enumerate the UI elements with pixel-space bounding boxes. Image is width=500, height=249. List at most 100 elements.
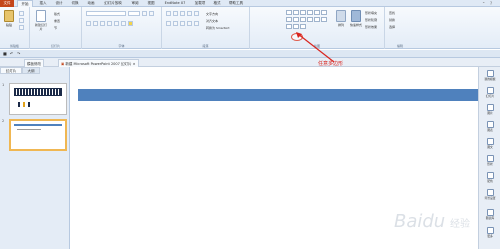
chart-icon bbox=[486, 121, 494, 128]
replace-button[interactable]: 替换 bbox=[389, 18, 395, 22]
tab-drawing-tools[interactable]: 帮助工具 bbox=[226, 0, 246, 7]
shape-elbow-icon[interactable] bbox=[314, 10, 320, 15]
find-button[interactable]: 查找 bbox=[389, 11, 395, 15]
task-chart-library[interactable]: 图表库 bbox=[480, 209, 500, 220]
minimize-ribbon-icon[interactable]: ⌃ bbox=[482, 1, 485, 6]
quick-styles-button[interactable]: 快速样式 bbox=[349, 10, 363, 27]
task-graphics[interactable]: 图文 bbox=[480, 138, 500, 149]
task-label: 图表库 bbox=[485, 216, 495, 220]
shape-oval-icon[interactable] bbox=[286, 17, 292, 22]
tab-animations[interactable]: 动画 bbox=[84, 0, 98, 7]
format-painter-icon[interactable] bbox=[19, 25, 24, 30]
justify-icon[interactable] bbox=[187, 21, 192, 26]
task-my-templates[interactable]: 我的模板 bbox=[480, 70, 500, 81]
numbering-icon[interactable] bbox=[173, 11, 178, 16]
task-more[interactable]: 更多 bbox=[480, 227, 500, 238]
align-center-icon[interactable] bbox=[173, 21, 178, 26]
underline-icon[interactable] bbox=[100, 21, 105, 26]
shape-line-icon[interactable] bbox=[300, 10, 306, 15]
tab-slides[interactable]: 幻灯片 bbox=[0, 67, 22, 74]
shape-brace-icon[interactable] bbox=[314, 17, 320, 22]
paste-button[interactable]: 粘贴 bbox=[2, 10, 16, 27]
tab-file[interactable]: 文件 bbox=[0, 0, 14, 7]
arrange-button[interactable]: 排列 bbox=[334, 10, 348, 27]
tab-slideshow[interactable]: 幻灯片放映 bbox=[100, 0, 126, 7]
redo-icon[interactable]: ↷ bbox=[17, 51, 20, 56]
shape-rectangle-icon[interactable] bbox=[293, 10, 299, 15]
task-pictures[interactable]: 图片 bbox=[480, 104, 500, 115]
shape-textbox-icon[interactable] bbox=[286, 10, 292, 15]
doc-tab-template-label: 模板修改 bbox=[27, 62, 41, 66]
font-color-icon[interactable] bbox=[128, 21, 133, 26]
shape-triangle-icon[interactable] bbox=[293, 17, 299, 22]
save-icon[interactable]: ■ bbox=[3, 51, 7, 56]
tab-transitions[interactable]: 切换 bbox=[68, 0, 82, 7]
task-charts[interactable]: 图表 bbox=[480, 121, 500, 132]
increase-indent-icon[interactable] bbox=[187, 11, 192, 16]
font-name-select[interactable] bbox=[86, 11, 126, 16]
shape-fill-button[interactable]: 形状填充 bbox=[365, 11, 377, 15]
shape-rtriangle-icon[interactable] bbox=[300, 17, 306, 22]
undo-icon[interactable]: ↶ bbox=[10, 51, 13, 56]
slide-number: 1 bbox=[2, 83, 5, 87]
slide-title-bar[interactable] bbox=[78, 89, 478, 101]
task-label: 背景设置 bbox=[484, 196, 496, 200]
shape-scribble-icon[interactable] bbox=[293, 24, 299, 29]
select-button[interactable]: 选择 bbox=[389, 25, 395, 29]
tab-view[interactable]: 视图 bbox=[144, 0, 158, 7]
shape-curve-icon[interactable] bbox=[321, 10, 327, 15]
slide-thumbnail[interactable] bbox=[9, 83, 67, 115]
layout-button[interactable]: 版式 bbox=[54, 12, 60, 16]
copy-icon[interactable] bbox=[19, 18, 24, 23]
char-spacing-icon[interactable] bbox=[114, 21, 119, 26]
doc-tab-template[interactable]: 模板修改 bbox=[24, 59, 44, 67]
tab-endnote[interactable]: EndNote X7 bbox=[160, 0, 190, 7]
shape-freeform-icon[interactable] bbox=[286, 24, 292, 29]
tab-format[interactable]: 格式 bbox=[210, 0, 224, 7]
ribbon-tab-row: 文件 开始 插入 设计 切换 动画 幻灯片放映 审阅 视图 EndNote X7… bbox=[0, 0, 500, 8]
bold-icon[interactable] bbox=[86, 21, 91, 26]
line-spacing-icon[interactable] bbox=[194, 11, 199, 16]
baidu-logo-icon: Baidu 经验 bbox=[394, 211, 470, 232]
section-button[interactable]: 节 bbox=[54, 26, 57, 30]
convert-smartart-button[interactable]: 转换为 SmartArt bbox=[206, 26, 230, 30]
tab-outline[interactable]: 大纲 bbox=[22, 67, 40, 74]
italic-icon[interactable] bbox=[93, 21, 98, 26]
shape-parallelogram-icon[interactable] bbox=[307, 17, 313, 22]
close-tab-icon[interactable]: × bbox=[133, 62, 136, 66]
cut-icon[interactable] bbox=[19, 11, 24, 16]
graphic-icon bbox=[486, 138, 494, 145]
annotation-label: 任意多边形 bbox=[318, 61, 344, 67]
grow-font-icon[interactable] bbox=[142, 11, 147, 16]
shape-more-icon[interactable] bbox=[300, 24, 306, 29]
change-case-icon[interactable] bbox=[121, 21, 126, 26]
shape-arrow-icon[interactable] bbox=[307, 10, 313, 15]
shape-star-icon[interactable] bbox=[321, 17, 327, 22]
shrink-font-icon[interactable] bbox=[149, 11, 154, 16]
align-text-button[interactable]: 对齐文本 bbox=[206, 19, 218, 23]
text-direction-button[interactable]: 文字方向 bbox=[206, 12, 218, 16]
help-icon[interactable]: ? bbox=[490, 1, 492, 6]
doc-tab-new-ppt[interactable]: ▣ 新建 Microsoft PowerPoint 2007 幻灯片 × bbox=[58, 59, 139, 67]
shape-effects-button[interactable]: 形状效果 bbox=[365, 25, 377, 29]
tab-insert[interactable]: 插入 bbox=[36, 0, 50, 7]
shape-outline-button[interactable]: 形状轮廓 bbox=[365, 18, 377, 22]
font-size-select[interactable] bbox=[128, 11, 140, 16]
reset-button[interactable]: 重置 bbox=[54, 19, 60, 23]
new-slide-button[interactable]: 新建幻灯片 bbox=[34, 10, 48, 31]
align-left-icon[interactable] bbox=[166, 21, 171, 26]
columns-icon[interactable] bbox=[194, 21, 199, 26]
task-background[interactable]: 背景设置 bbox=[480, 189, 500, 200]
task-shapes[interactable]: 形状 bbox=[480, 155, 500, 166]
tab-design[interactable]: 设计 bbox=[52, 0, 66, 7]
group-label-clipboard: 剪贴板 bbox=[9, 44, 19, 48]
tab-addins[interactable]: 加载项 bbox=[192, 0, 208, 7]
strikethrough-icon[interactable] bbox=[107, 21, 112, 26]
bullets-icon[interactable] bbox=[166, 11, 171, 16]
task-slides[interactable]: 幻灯片 bbox=[480, 87, 500, 98]
slide-thumbnail-selected[interactable] bbox=[9, 119, 67, 151]
tab-review[interactable]: 审阅 bbox=[128, 0, 142, 7]
decrease-indent-icon[interactable] bbox=[180, 11, 185, 16]
align-right-icon[interactable] bbox=[180, 21, 185, 26]
task-colors[interactable]: 配色 bbox=[480, 172, 500, 183]
